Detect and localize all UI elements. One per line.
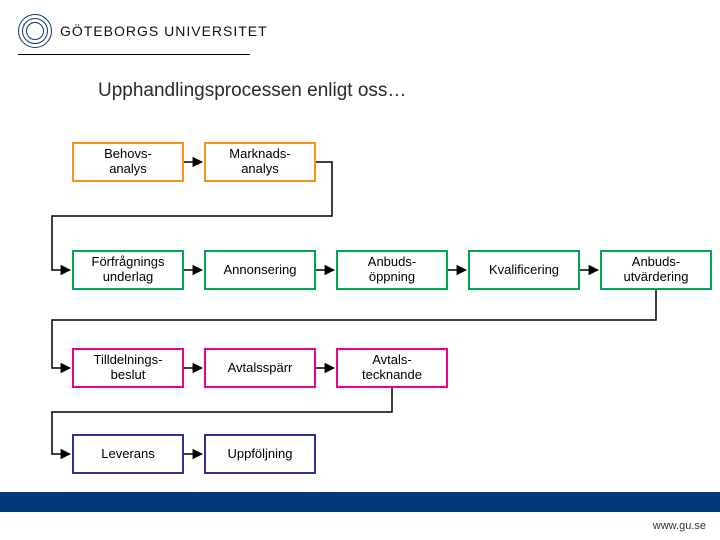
university-name: GÖTEBORGS UNIVERSITET	[60, 23, 268, 39]
box-kvalificering: Kvalificering	[468, 250, 580, 290]
box-anbudsutvardering: Anbuds-utvärdering	[600, 250, 712, 290]
university-seal-icon	[18, 14, 52, 48]
page-title: Upphandlingsprocessen enligt oss…	[98, 80, 406, 102]
box-uppfoljning: Uppföljning	[204, 434, 316, 474]
box-leverans: Leverans	[72, 434, 184, 474]
footer-bar	[0, 492, 720, 512]
box-annonsering: Annonsering	[204, 250, 316, 290]
box-anbudsoppning: Anbuds-öppning	[336, 250, 448, 290]
box-avtalssparr: Avtalsspärr	[204, 348, 316, 388]
box-forfragningsunderlag: Förfrågningsunderlag	[72, 250, 184, 290]
box-tilldelningsbeslut: Tilldelnings-beslut	[72, 348, 184, 388]
logo-underline	[18, 54, 250, 55]
box-behovsanalys: Behovs-analys	[72, 142, 184, 182]
box-marknadsanalys: Marknads-analys	[204, 142, 316, 182]
footer-url: www.gu.se	[653, 520, 706, 532]
slide: GÖTEBORGS UNIVERSITET Upphandlingsproces…	[0, 0, 720, 540]
logo-bar: GÖTEBORGS UNIVERSITET	[18, 14, 268, 48]
box-avtalstecknande: Avtals-tecknande	[336, 348, 448, 388]
